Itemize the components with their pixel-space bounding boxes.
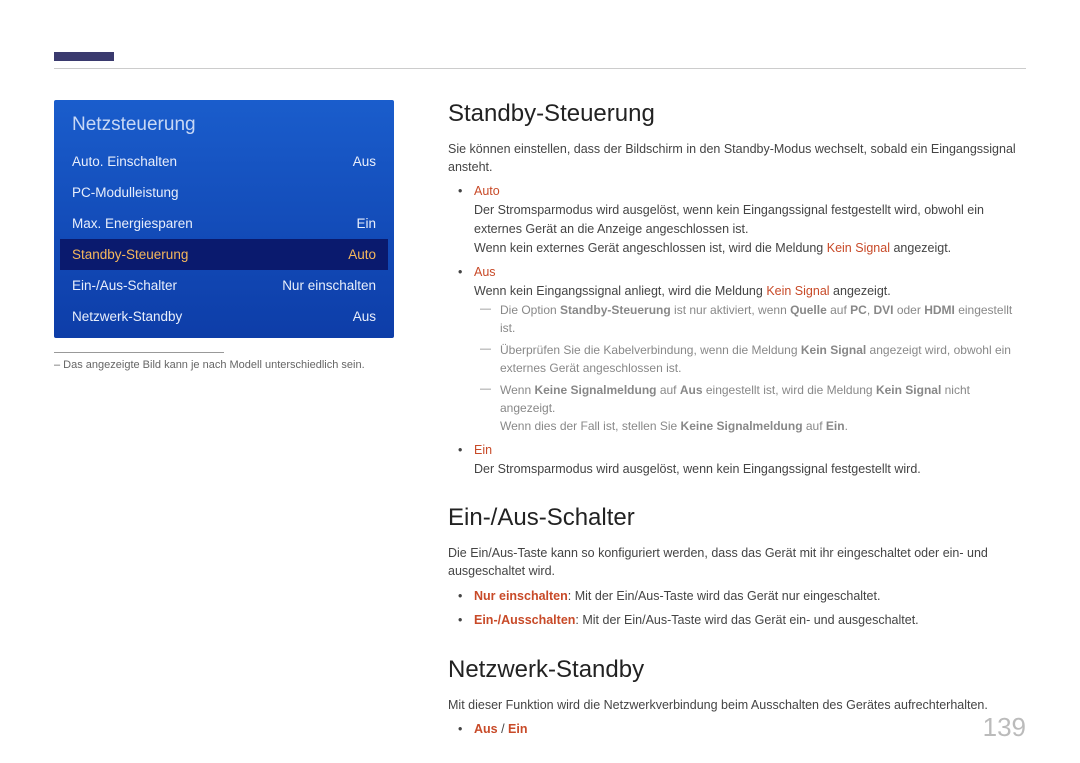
image-disclaimer: – Das angezeigte Bild kann je nach Model…	[54, 359, 394, 371]
header-rule	[54, 68, 1026, 69]
menu-item-1[interactable]: PC-Modulleistung	[54, 177, 394, 208]
auto-p1: Der Stromsparmodus wird ausgelöst, wenn …	[474, 203, 984, 236]
aus-p1-pre: Wenn kein Eingangssignal anliegt, wird d…	[474, 284, 766, 298]
option-head-auto: Auto	[474, 184, 500, 198]
power-options-list: Nur einschalten: Mit der Ein/Aus-Taste w…	[448, 587, 1026, 631]
option-head-ein: Ein	[474, 443, 492, 457]
aus-note-0: Die Option Standby-Steuerung ist nur akt…	[500, 301, 1026, 337]
network-aus: Aus	[474, 722, 498, 736]
power-option-2: Ein-/Ausschalten: Mit der Ein/Aus-Taste …	[474, 611, 1026, 630]
aus-notes: Die Option Standby-Steuerung ist nur akt…	[474, 301, 1026, 435]
menu-item-4[interactable]: Ein-/Aus-Schalter Nur einschalten	[54, 270, 394, 301]
power-option-1: Nur einschalten: Mit der Ein/Aus-Taste w…	[474, 587, 1026, 606]
standby-option-ein: Ein Der Stromsparmodus wird ausgelöst, w…	[474, 441, 1026, 479]
aus-note-1: Überprüfen Sie die Kabelverbindung, wenn…	[500, 341, 1026, 377]
menu-item-label: PC-Modulleistung	[72, 185, 179, 200]
power-intro: Die Ein/Aus-Taste kann so konfiguriert w…	[448, 544, 1026, 580]
menu-item-label: Netzwerk-Standby	[72, 309, 182, 324]
footnote-divider	[54, 352, 224, 353]
menu-title: Netzsteuerung	[54, 100, 394, 146]
network-intro: Mit dieser Funktion wird die Netzwerkver…	[448, 696, 1026, 714]
network-options-list: Aus / Ein	[448, 720, 1026, 739]
menu-item-value: Nur einschalten	[282, 278, 376, 293]
network-sep: /	[498, 722, 508, 736]
network-ein: Ein	[508, 722, 527, 736]
left-column: Netzsteuerung Auto. Einschalten Aus PC-Mod…	[54, 100, 394, 745]
menu-item-value: Aus	[353, 309, 376, 324]
network-option: Aus / Ein	[474, 720, 1026, 739]
menu-item-label: Standby-Steuerung	[72, 247, 188, 262]
power-opt2-head: Ein-/Ausschalten	[474, 613, 575, 627]
standby-intro: Sie können einstellen, dass der Bildschi…	[448, 140, 1026, 176]
section-title-standby: Standby-Steuerung	[448, 100, 1026, 128]
standby-option-aus: Aus Wenn kein Eingangssignal anliegt, wi…	[474, 263, 1026, 435]
aus-note-2: Wenn Keine Signalmeldung auf Aus eingest…	[500, 381, 1026, 435]
aus-p1-hl: Kein Signal	[766, 284, 829, 298]
right-column: Standby-Steuerung Sie können einstellen,…	[448, 100, 1026, 745]
menu-item-value: Aus	[353, 154, 376, 169]
menu-item-5[interactable]: Netzwerk-Standby Aus	[54, 301, 394, 332]
menu-item-3[interactable]: Standby-Steuerung Auto	[60, 239, 388, 270]
auto-p2-post: angezeigt.	[890, 241, 951, 255]
page-content: Netzsteuerung Auto. Einschalten Aus PC-Mod…	[0, 0, 1080, 745]
menu-item-0[interactable]: Auto. Einschalten Aus	[54, 146, 394, 177]
power-opt2-text: : Mit der Ein/Aus-Taste wird das Gerät e…	[575, 613, 918, 627]
menu-item-label: Max. Energiesparen	[72, 216, 193, 231]
header-marker	[54, 52, 114, 61]
section-title-power: Ein-/Aus-Schalter	[448, 504, 1026, 532]
aus-p1-post: angezeigt.	[830, 284, 891, 298]
option-head-aus: Aus	[474, 265, 496, 279]
page-number: 139	[983, 712, 1026, 743]
menu-item-label: Auto. Einschalten	[72, 154, 177, 169]
menu-item-label: Ein-/Aus-Schalter	[72, 278, 177, 293]
menu-item-value: Auto	[348, 247, 376, 262]
standby-options-list: Auto Der Stromsparmodus wird ausgelöst, …	[448, 182, 1026, 478]
ein-p1: Der Stromsparmodus wird ausgelöst, wenn …	[474, 462, 921, 476]
menu-item-2[interactable]: Max. Energiesparen Ein	[54, 208, 394, 239]
auto-p2-hl: Kein Signal	[827, 241, 890, 255]
section-title-network: Netzwerk-Standby	[448, 656, 1026, 684]
power-opt1-text: : Mit der Ein/Aus-Taste wird das Gerät n…	[568, 589, 881, 603]
menu-item-value: Ein	[356, 216, 376, 231]
auto-p2-pre: Wenn kein externes Gerät angeschlossen i…	[474, 241, 827, 255]
tv-menu-panel: Netzsteuerung Auto. Einschalten Aus PC-Mod…	[54, 100, 394, 338]
standby-option-auto: Auto Der Stromsparmodus wird ausgelöst, …	[474, 182, 1026, 257]
power-opt1-head: Nur einschalten	[474, 589, 568, 603]
